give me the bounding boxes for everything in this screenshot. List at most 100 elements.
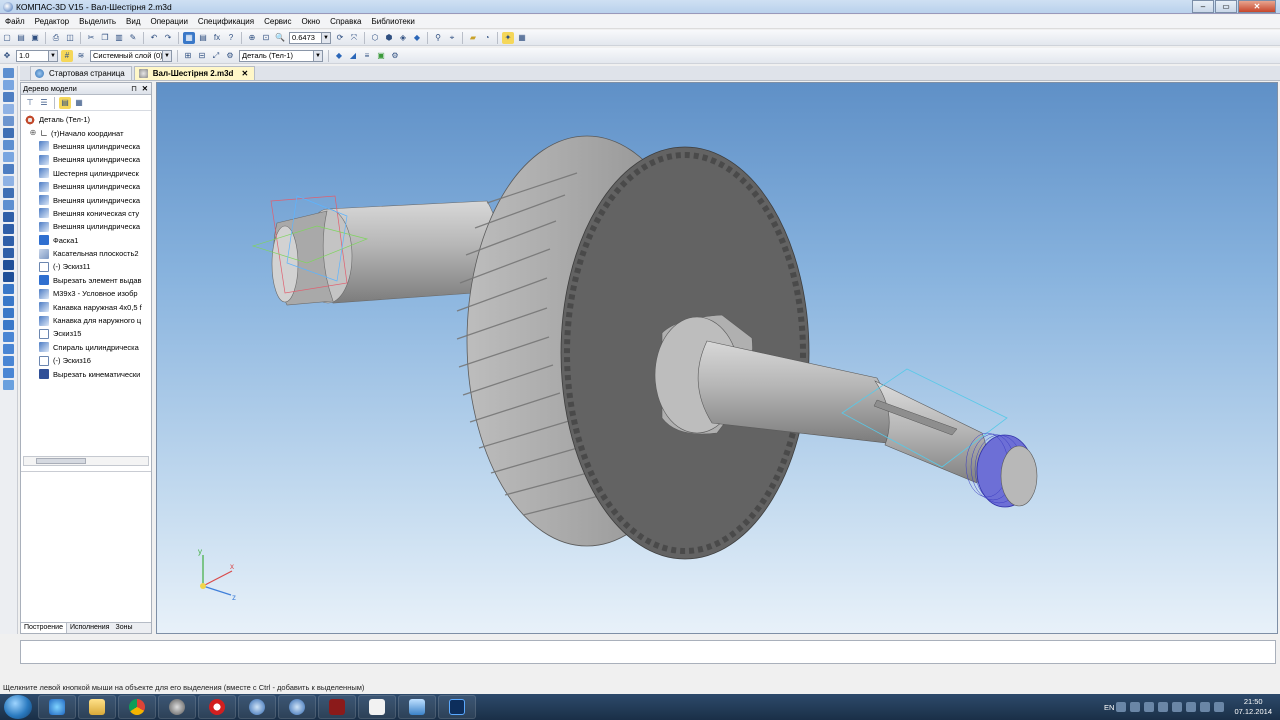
zoom-frame-icon[interactable]: ⊡ xyxy=(260,32,272,44)
menu-service[interactable]: Сервис xyxy=(259,17,296,26)
open-file-icon[interactable]: ▤ xyxy=(15,32,27,44)
help-pointer-icon[interactable]: ? xyxy=(225,32,237,44)
reports-icon[interactable] xyxy=(3,176,14,186)
hidden-lines-icon[interactable]: ⬢ xyxy=(383,32,395,44)
sheet-metal-icon[interactable] xyxy=(3,200,14,210)
tab-versions[interactable]: Исполнения xyxy=(67,623,112,633)
settings-icon[interactable]: ⚙ xyxy=(389,50,401,62)
menu-view[interactable]: Вид xyxy=(121,17,145,26)
calculator-icon[interactable]: ▦ xyxy=(516,32,528,44)
save-icon[interactable]: ▣ xyxy=(29,32,41,44)
menu-specification[interactable]: Спецификация xyxy=(193,17,259,26)
planes-icon[interactable] xyxy=(3,128,14,138)
tree-item[interactable]: Спираль цилиндрическа xyxy=(25,341,151,354)
parameterize-icon[interactable]: ⤢ xyxy=(210,50,222,62)
geometry-icon[interactable] xyxy=(3,68,14,78)
zoom-scale-combo[interactable]: 0.6473 ▼ xyxy=(289,31,331,44)
aux-geometry-icon[interactable] xyxy=(3,116,14,126)
align-icon[interactable]: ≡ xyxy=(361,50,373,62)
tree-item[interactable]: Шестерня цилиндрическ xyxy=(25,167,151,180)
export-icon[interactable]: ▣ xyxy=(375,50,387,62)
tree-item[interactable]: М39х3 - Условное изобр xyxy=(25,287,151,300)
fillet-icon[interactable] xyxy=(3,284,14,294)
zoom-icon[interactable]: 🔍 xyxy=(274,32,286,44)
extrude-icon[interactable] xyxy=(3,212,14,222)
chamfer-icon[interactable] xyxy=(3,296,14,306)
tray-icon[interactable] xyxy=(1116,702,1127,712)
tree-item[interactable]: Вырезать элемент выдав xyxy=(25,274,151,287)
step-combo[interactable]: 1.0 ▼ xyxy=(16,49,58,62)
tray-icon[interactable] xyxy=(1130,702,1141,712)
shaft-gear-model[interactable]: y x z xyxy=(157,83,1278,634)
designations-icon[interactable] xyxy=(3,188,14,198)
paste-icon[interactable]: ▥ xyxy=(113,32,125,44)
tab-shaft-gear-document[interactable]: Вал-Шестірня 2.m3d ✕ xyxy=(133,66,256,80)
tree-item[interactable]: (-) Эскиз11 xyxy=(25,260,151,273)
menu-file[interactable]: Файл xyxy=(0,17,30,26)
taskbar-kompas-2[interactable] xyxy=(278,695,316,719)
cut-extrude-icon[interactable] xyxy=(3,260,14,270)
volume-icon[interactable] xyxy=(1214,702,1225,712)
taskbar-notepad[interactable] xyxy=(358,695,396,719)
scroll-thumb[interactable] xyxy=(36,458,86,464)
filters-icon[interactable] xyxy=(3,152,14,162)
tree-item[interactable]: Касательная плоскость2 xyxy=(25,247,151,260)
new-file-icon[interactable]: ▢ xyxy=(1,32,13,44)
part-combo[interactable]: Деталь (Тел-1) ▼ xyxy=(239,49,323,62)
tree-item[interactable]: Фаска1 xyxy=(25,234,151,247)
tray-icon[interactable] xyxy=(1186,702,1197,712)
taskbar-explorer[interactable] xyxy=(78,695,116,719)
sweep-icon[interactable] xyxy=(3,236,14,246)
taskbar-app-red[interactable] xyxy=(318,695,356,719)
taskbar-screen[interactable] xyxy=(398,695,436,719)
network-icon[interactable] xyxy=(1200,702,1211,712)
close-panel-icon[interactable]: ✕ xyxy=(142,84,148,93)
tree-item[interactable]: Внешняя цилиндрическа xyxy=(25,153,151,166)
folder-icon[interactable]: ▰ xyxy=(467,32,479,44)
tree-item[interactable]: Вырезать кинематически xyxy=(25,367,151,380)
thread-icon[interactable] xyxy=(3,368,14,378)
pin-icon[interactable]: ⊓ xyxy=(131,84,137,93)
library-icon[interactable]: ◔ xyxy=(481,32,493,44)
variables-icon[interactable]: ▤ xyxy=(197,32,209,44)
part-icon[interactable]: ⚙ xyxy=(224,50,236,62)
highlight-icon[interactable]: ✦ xyxy=(502,31,514,44)
tab-start-page[interactable]: Стартовая страница xyxy=(30,66,132,80)
color-icon[interactable]: ◆ xyxy=(333,50,345,62)
maximize-button[interactable]: ▭ xyxy=(1215,0,1237,13)
tree-item[interactable]: Внешняя коническая сту xyxy=(25,207,151,220)
command-line-field[interactable] xyxy=(20,640,1276,664)
taskbar-photoshop[interactable] xyxy=(438,695,476,719)
curves-icon[interactable] xyxy=(3,80,14,90)
close-tab-icon[interactable]: ✕ xyxy=(241,69,248,78)
surfaces-icon[interactable] xyxy=(3,92,14,102)
zoom-in-icon[interactable]: ⊕ xyxy=(246,32,258,44)
redo-icon[interactable]: ↷ xyxy=(162,32,174,44)
taskbar-opera[interactable] xyxy=(198,695,236,719)
copy-icon[interactable]: ❐ xyxy=(99,32,111,44)
mirror-icon[interactable] xyxy=(3,344,14,354)
hole-icon[interactable] xyxy=(3,308,14,318)
tree-item[interactable]: (-) Эскиз16 xyxy=(25,354,151,367)
preview-icon[interactable]: ◫ xyxy=(64,32,76,44)
cut-icon[interactable]: ✂ xyxy=(85,32,97,44)
tree-root[interactable]: Деталь (Тел-1) xyxy=(25,113,151,126)
cut-revolve-icon[interactable] xyxy=(3,272,14,282)
tree-item[interactable]: Эскиз15 xyxy=(25,327,151,340)
split-icon[interactable] xyxy=(3,380,14,390)
menu-operations[interactable]: Операции xyxy=(146,17,193,26)
wireframe-icon[interactable]: ⬡ xyxy=(369,32,381,44)
halftone-icon[interactable]: ◈ xyxy=(397,32,409,44)
menu-select[interactable]: Выделить xyxy=(74,17,121,26)
clock[interactable]: 21:50 07.12.2014 xyxy=(1234,697,1272,717)
tray-icon[interactable] xyxy=(1158,702,1169,712)
taskbar-ie[interactable] xyxy=(38,695,76,719)
orientation-icon[interactable]: ⤧ xyxy=(348,32,360,44)
local-cs-icon[interactable]: ⊞ xyxy=(182,50,194,62)
cursor-icon[interactable]: ✥ xyxy=(1,50,13,62)
tree-item[interactable]: Внешняя цилиндрическа xyxy=(25,193,151,206)
tree-item[interactable]: Канавка наружная 4х0,5 f xyxy=(25,300,151,313)
tab-zones[interactable]: Зоны xyxy=(112,623,135,633)
layer-combo[interactable]: Системный слой (0) ▼ xyxy=(90,49,172,62)
tree-item[interactable]: Внешняя цилиндрическа xyxy=(25,140,151,153)
